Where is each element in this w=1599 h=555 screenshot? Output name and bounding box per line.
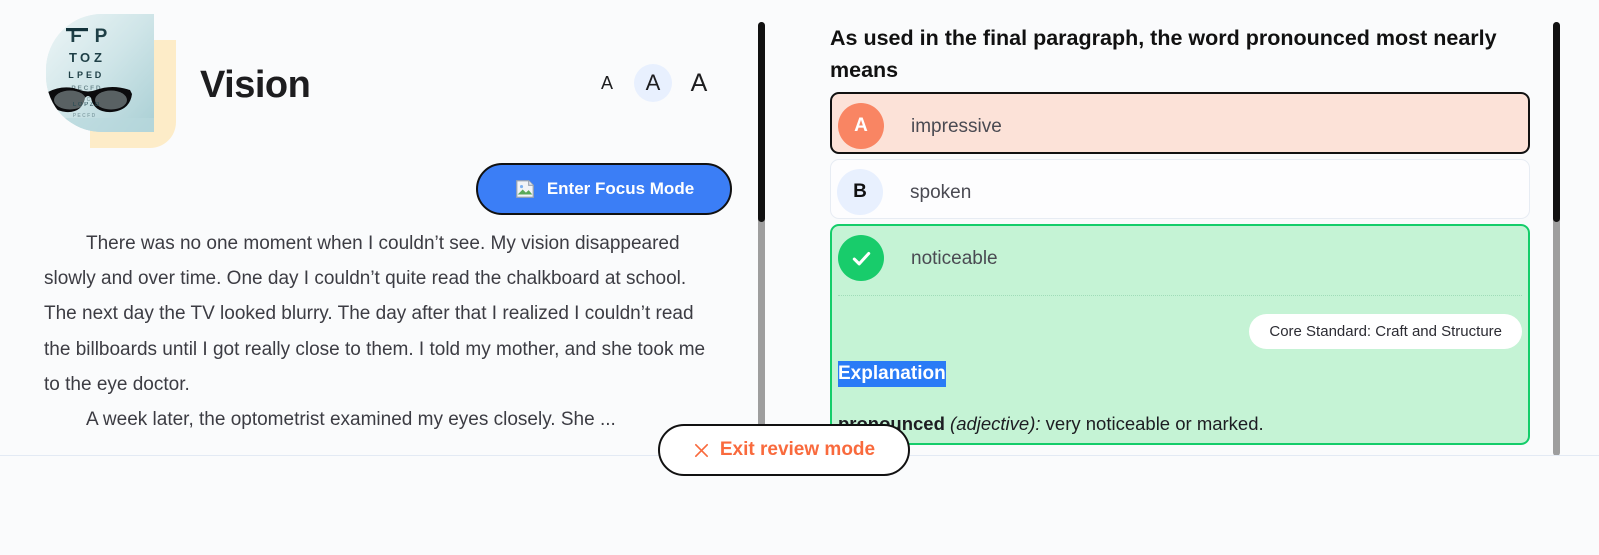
passage-header: F P T O Z L P E D P E C F D E D F C Z P <box>0 0 762 215</box>
text-size-controls: A A A <box>588 64 718 102</box>
option-a-letter: A <box>838 103 884 149</box>
svg-text:L: L <box>68 70 74 80</box>
question-scrollbar-thumb[interactable] <box>1553 22 1560 222</box>
text-size-medium-button[interactable]: A <box>634 64 672 102</box>
passage-panel: F P T O Z L P E D P E C F D E D F C Z P <box>0 0 762 456</box>
check-icon <box>838 235 884 281</box>
explanation-part-of-speech: (adjective): <box>950 413 1041 434</box>
broken-image-icon <box>514 178 536 200</box>
option-divider <box>838 295 1522 296</box>
text-size-large-button[interactable]: A <box>680 64 718 102</box>
core-standard-badge: Core Standard: Craft and Structure <box>1249 314 1522 349</box>
review-screen: F P T O Z L P E D P E C F D E D F C Z P <box>0 0 1599 555</box>
explanation-heading: Explanation <box>838 361 946 387</box>
svg-text:D: D <box>95 70 102 80</box>
svg-text:Z: Z <box>94 50 102 65</box>
correct-option-row: noticeable <box>832 226 1528 281</box>
answer-option-a[interactable]: A impressive <box>830 92 1530 154</box>
answer-option-b[interactable]: B spoken <box>830 159 1530 219</box>
explanation-definition: very noticeable or marked. <box>1045 413 1264 434</box>
close-x-icon <box>693 442 710 459</box>
answer-options-list: A impressive B spoken noticeable Core St… <box>830 92 1530 450</box>
svg-text:T: T <box>69 50 77 65</box>
passage-paragraph-1: There was no one moment when I couldn’t … <box>44 233 706 395</box>
svg-text:O: O <box>80 50 90 65</box>
passage-thumbnail: F P T O Z L P E D P E C F D E D F C Z P <box>46 14 176 150</box>
answer-option-c-correct[interactable]: noticeable Core Standard: Craft and Stru… <box>830 224 1530 445</box>
question-panel: As used in the final paragraph, the word… <box>808 0 1550 450</box>
svg-text:P: P <box>95 26 108 47</box>
eye-chart-with-glasses-image: F P T O Z L P E D P E C F D E D F C Z P <box>46 14 154 132</box>
option-c-text: noticeable <box>911 248 998 269</box>
option-a-text: impressive <box>911 116 1002 137</box>
option-b-text: spoken <box>910 182 972 203</box>
svg-text:L O P Z D: L O P Z D <box>73 102 100 108</box>
question-scrollbar[interactable] <box>1553 22 1560 456</box>
svg-text:E: E <box>86 70 92 80</box>
enter-focus-mode-label: Enter Focus Mode <box>546 179 695 198</box>
page-title: Vision <box>200 64 311 106</box>
passage-scrollbar[interactable] <box>758 22 765 456</box>
svg-text:P: P <box>77 70 83 80</box>
passage-text: There was no one moment when I couldn’t … <box>0 226 762 437</box>
enter-focus-mode-button[interactable]: Enter Focus Mode <box>476 163 732 215</box>
question-stem: As used in the final paragraph, the word… <box>830 26 1497 82</box>
passage-paragraph-2: A week later, the optometrist examined m… <box>86 409 616 431</box>
passage-scrollbar-thumb[interactable] <box>758 22 765 222</box>
exit-review-mode-label: Exit review mode <box>719 439 876 460</box>
exit-review-mode-button[interactable]: Exit review mode <box>658 424 910 476</box>
option-b-letter: B <box>837 169 883 215</box>
text-size-small-button[interactable]: A <box>588 64 626 102</box>
